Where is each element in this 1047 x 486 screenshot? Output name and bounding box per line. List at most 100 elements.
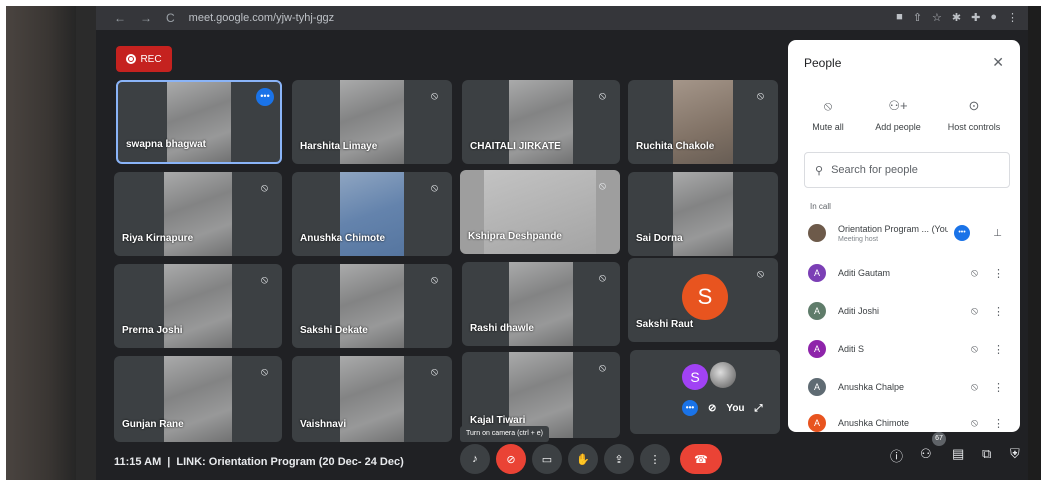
self-view-tile[interactable]: S ••• ⊘ You ⤢ <box>630 350 780 434</box>
chat-icon[interactable]: ▤ <box>952 446 964 462</box>
video-tile[interactable]: ⦸ Vaishnavi <box>292 356 452 442</box>
camera-off-icon: ⊘ <box>708 402 717 414</box>
puzzle-icon[interactable]: ✚ <box>971 11 980 24</box>
video-tile[interactable]: ⦸ CHAITALI JIRKATE <box>462 80 620 164</box>
toggle-icon: ⊙ <box>968 98 980 113</box>
mic-off-icon: ⦸ <box>598 272 606 284</box>
video-tile[interactable]: ⦸ Harshita Limaye <box>292 80 452 164</box>
participant-name: Vaishnavi <box>300 419 347 430</box>
reload-icon[interactable]: C <box>166 11 175 25</box>
pin-icon[interactable]: ⊥ <box>993 228 1002 239</box>
mic-off-icon: ⦸ <box>756 90 764 102</box>
video-tile[interactable]: S ⦸ Sakshi Raut <box>628 258 778 342</box>
camera-button[interactable]: ⊘ <box>496 444 526 474</box>
participant-name: Sai Dorna <box>636 233 683 244</box>
back-icon[interactable]: ← <box>114 11 126 25</box>
more-vert-icon[interactable]: ⋮ <box>993 381 1004 394</box>
mic-off-icon[interactable]: ⦸ <box>971 381 978 394</box>
video-tile[interactable]: ⦸ Kshipra Deshpande <box>460 170 620 254</box>
avatar: A <box>808 302 826 320</box>
url-text[interactable]: meet.google.com/yjw-tyhj-ggz <box>189 12 335 24</box>
self-avatar: S <box>682 364 708 390</box>
people-panel: People ✕ ⦸ Mute all ⚇+ Add people ⊙ Host… <box>788 40 1020 432</box>
participant-role: Meeting host <box>838 235 879 243</box>
video-tile[interactable]: ⦸ Riya Kirnapure <box>114 172 282 256</box>
more-vert-icon[interactable]: ⋮ <box>993 267 1004 280</box>
more-vert-icon: ⋮ <box>649 453 661 466</box>
mic-off-icon: ⦸ <box>260 274 268 286</box>
forward-icon[interactable]: → <box>140 11 152 25</box>
captions-icon: ▭ <box>541 453 553 466</box>
activities-icon[interactable]: ⧉ <box>982 446 991 462</box>
participant-count-badge: 67 <box>932 432 946 446</box>
monitor-frame: ← → C meet.google.com/yjw-tyhj-ggz ■ ⇧ ☆… <box>6 6 1041 480</box>
participant-row[interactable]: Orientation Program ... (You) Meeting ho… <box>808 218 1014 248</box>
mic-off-icon[interactable]: ⦸ <box>971 305 978 318</box>
participant-video <box>166 82 232 162</box>
extension-icon[interactable]: ✱ <box>952 11 961 24</box>
participant-row[interactable]: A Anushka Chalpe ⦸ ⋮ <box>808 372 1014 402</box>
participant-row[interactable]: A Aditi Joshi ⦸ ⋮ <box>808 296 1014 326</box>
participant-name: Anushka Chalpe <box>838 382 905 392</box>
video-tile[interactable]: ⦸ Ruchita Chakole <box>628 80 778 164</box>
participant-name: Riya Kirnapure <box>122 233 194 244</box>
mic-off-icon: ⦸ <box>598 90 606 102</box>
video-tile[interactable]: ⦸ Sakshi Dekate <box>292 264 452 348</box>
more-vert-icon[interactable]: ⋮ <box>993 417 1004 430</box>
mic-off-icon: ⦸ <box>260 366 268 378</box>
present-button[interactable]: ⇪ <box>604 444 634 474</box>
camera-tooltip: Turn on camera (ctrl + e) <box>460 426 549 442</box>
participant-name: Aditi Gautam <box>838 268 891 278</box>
info-icon[interactable]: ⓘ <box>890 446 903 465</box>
video-tile[interactable]: ⦸ Gunjan Rane <box>114 356 282 442</box>
more-options-icon[interactable]: ••• <box>954 225 970 241</box>
more-vert-icon[interactable]: ⋮ <box>993 343 1004 356</box>
expand-icon[interactable]: ⤢ <box>755 403 763 414</box>
browser-menu-icon[interactable]: ⋮ <box>1007 11 1018 24</box>
mic-off-icon: ⦸ <box>823 98 833 113</box>
captions-button[interactable]: ▭ <box>532 444 562 474</box>
recording-badge: REC <box>116 46 172 72</box>
present-icon: ⇪ <box>614 453 624 466</box>
video-tile[interactable]: Sai Dorna <box>628 172 778 256</box>
video-tile[interactable]: ⦸ Prerna Joshi <box>114 264 282 348</box>
leave-call-button[interactable]: ☎ <box>680 444 722 474</box>
video-tile[interactable]: ⦸ Rashi dhawle <box>462 262 620 346</box>
share-icon[interactable]: ⇧ <box>913 11 922 24</box>
more-vert-icon[interactable]: ⋮ <box>993 305 1004 318</box>
avatar <box>808 224 826 242</box>
participant-name: Gunjan Rane <box>122 419 184 430</box>
more-options-icon[interactable]: ••• <box>682 400 698 416</box>
camera-indicator-icon[interactable]: ■ <box>896 11 903 24</box>
mic-off-icon: ⦸ <box>598 180 606 192</box>
meeting-info: 11:15 AM | LINK: Orientation Program (20… <box>114 456 404 468</box>
recording-label: REC <box>140 53 162 65</box>
microphone-button[interactable]: ♪ <box>460 444 490 474</box>
star-icon[interactable]: ☆ <box>932 11 942 24</box>
mute-all-button[interactable]: ⦸ Mute all <box>790 98 866 132</box>
people-icon[interactable]: ⚇ <box>920 446 932 462</box>
search-input[interactable]: ⚲ Search for people <box>804 152 1010 188</box>
mic-off-icon[interactable]: ⦸ <box>971 417 978 430</box>
more-options-button[interactable]: ⋮ <box>640 444 670 474</box>
mic-off-icon[interactable]: ⦸ <box>971 267 978 280</box>
close-icon[interactable]: ✕ <box>992 54 1004 71</box>
monitor-bezel <box>6 6 76 480</box>
meet-screen: ← → C meet.google.com/yjw-tyhj-ggz ■ ⇧ ☆… <box>96 6 1028 480</box>
video-tile[interactable]: ⦸ Anushka Chimote <box>292 172 452 256</box>
host-controls-button[interactable]: ⊙ Host controls <box>936 98 1012 132</box>
video-tile[interactable]: ••• swapna bhagwat <box>116 80 282 164</box>
more-options-icon[interactable]: ••• <box>256 88 274 106</box>
avatar: A <box>808 414 826 432</box>
security-icon[interactable]: ⛨ <box>1010 446 1020 462</box>
participant-row[interactable]: A Anushka Chimote ⦸ ⋮ <box>808 408 1014 432</box>
action-label: Add people <box>875 122 921 132</box>
profile-icon[interactable]: ● <box>990 11 997 24</box>
mic-off-icon[interactable]: ⦸ <box>971 343 978 356</box>
participant-row[interactable]: A Aditi Gautam ⦸ ⋮ <box>808 258 1014 288</box>
raise-hand-button[interactable]: ✋ <box>568 444 598 474</box>
participant-row[interactable]: A Aditi S ⦸ ⋮ <box>808 334 1014 364</box>
add-people-button[interactable]: ⚇+ Add people <box>860 98 936 132</box>
participant-name: Prerna Joshi <box>122 325 183 336</box>
participant-name: CHAITALI JIRKATE <box>470 141 561 152</box>
